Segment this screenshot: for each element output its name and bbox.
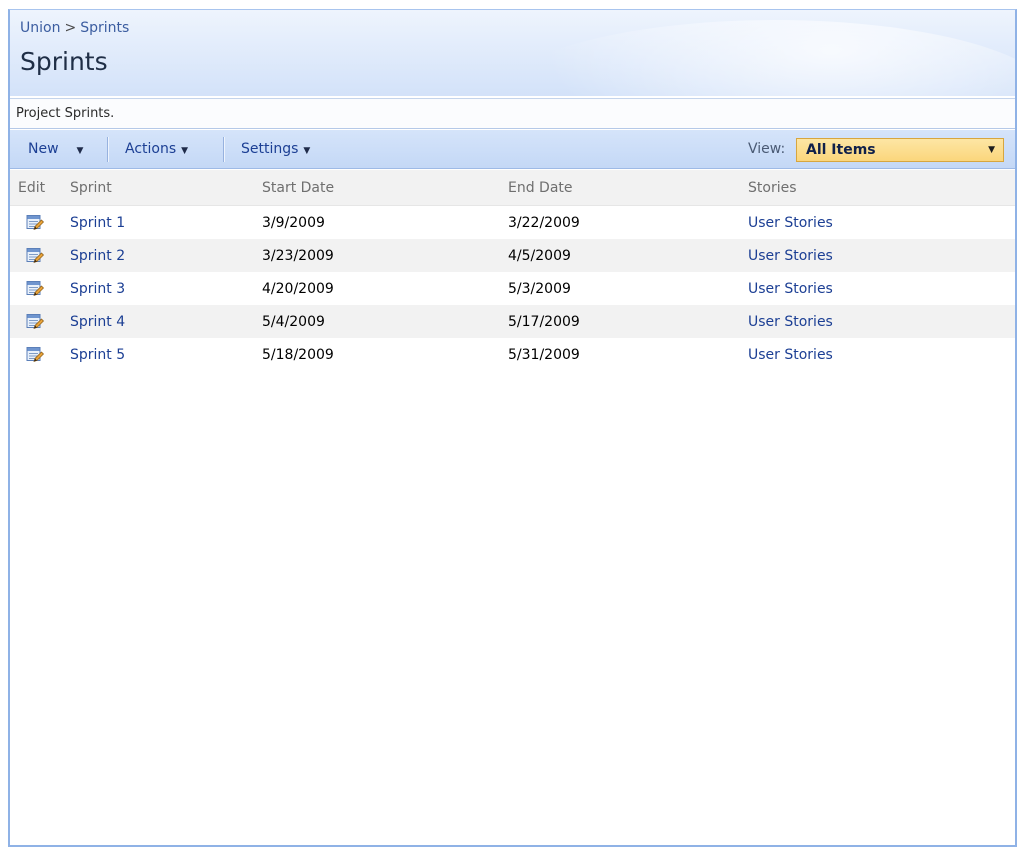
start-date-cell: 3/9/2009: [262, 214, 325, 231]
list-toolbar: New ▼ Actions ▼ Settings ▼ View: All Items …: [10, 130, 1015, 169]
column-header-stories[interactable]: Stories: [748, 170, 1015, 206]
breadcrumb: Union > Sprints: [20, 20, 129, 36]
table-row: Sprint 2 3/23/2009 4/5/2009 User Stories: [10, 239, 1015, 272]
sprint-cell: Sprint 5: [70, 338, 262, 371]
user-stories-link[interactable]: User Stories: [748, 281, 833, 297]
sprint-cell: Sprint 1: [70, 206, 262, 240]
header-decoration: [495, 20, 1015, 96]
sprints-table: Edit Sprint Start Date End Date Stories …: [10, 170, 1015, 371]
edit-icon[interactable]: [26, 280, 44, 297]
end-date-cell: 5/3/2009: [508, 280, 571, 297]
sprint-cell: Sprint 2: [70, 239, 262, 272]
column-header-start-date[interactable]: Start Date: [262, 170, 508, 206]
sprint-link[interactable]: Sprint 1: [70, 215, 125, 231]
column-header-edit: Edit: [10, 170, 70, 206]
user-stories-link[interactable]: User Stories: [748, 347, 833, 363]
edit-icon[interactable]: [26, 214, 44, 231]
end-date-cell: 5/17/2009: [508, 305, 748, 338]
end-date-cell: 4/5/2009: [508, 239, 748, 272]
breadcrumb-current-link[interactable]: Sprints: [80, 20, 129, 36]
start-date-cell: 3/23/2009: [262, 239, 508, 272]
edit-cell: [10, 206, 70, 240]
new-button[interactable]: New: [28, 141, 59, 157]
list-description: Project Sprints.: [10, 98, 1015, 129]
edit-cell: [10, 272, 70, 305]
settings-menu[interactable]: Settings ▼: [241, 130, 310, 168]
start-date-cell: 5/4/2009: [262, 305, 508, 338]
chevron-down-icon: ▼: [303, 146, 311, 156]
sprint-link[interactable]: Sprint 4: [70, 314, 125, 330]
user-stories-link[interactable]: User Stories: [748, 248, 833, 264]
table-header-row: Edit Sprint Start Date End Date Stories: [10, 170, 1015, 206]
actions-button[interactable]: Actions: [125, 141, 176, 157]
sprint-cell: Sprint 4: [70, 305, 262, 338]
sprint-link[interactable]: Sprint 5: [70, 347, 125, 363]
start-date-cell: 4/20/2009: [262, 280, 334, 297]
table-row: Sprint 4 5/4/2009 5/17/2009 User Stories: [10, 305, 1015, 338]
sprint-cell: Sprint 3: [70, 272, 262, 305]
edit-cell: [10, 239, 70, 272]
actions-menu[interactable]: Actions ▼: [125, 130, 188, 168]
chevron-down-icon[interactable]: ▼: [77, 146, 84, 156]
view-selected-value: All Items: [806, 142, 876, 158]
settings-button[interactable]: Settings: [241, 141, 298, 157]
stories-cell: User Stories: [748, 338, 1015, 371]
table-row: Sprint 3 4/20/2009 5/3/2009 User Stories: [10, 272, 1015, 305]
column-header-end-date[interactable]: End Date: [508, 170, 748, 206]
breadcrumb-site-link[interactable]: Union: [20, 20, 60, 36]
chevron-down-icon: ▼: [181, 146, 189, 156]
stories-cell: User Stories: [748, 272, 1015, 305]
chevron-down-icon: ▼: [988, 145, 995, 155]
edit-cell: [10, 338, 70, 371]
user-stories-link[interactable]: User Stories: [748, 314, 833, 330]
toolbar-divider: [107, 137, 109, 162]
user-stories-link[interactable]: User Stories: [748, 215, 833, 231]
table-row: Sprint 1 3/9/2009 3/22/2009 User Stories: [10, 206, 1015, 240]
list-view-frame: Union > Sprints Sprints Project Sprints. N…: [8, 9, 1017, 847]
table-row: Sprint 5 5/18/2009 5/31/2009 User Storie…: [10, 338, 1015, 371]
page-title: Sprints: [20, 47, 108, 76]
edit-icon[interactable]: [26, 313, 44, 330]
stories-cell: User Stories: [748, 239, 1015, 272]
end-date-cell: 5/31/2009: [508, 346, 580, 363]
view-label: View:: [748, 141, 786, 157]
start-date-cell: 5/18/2009: [262, 346, 334, 363]
sprint-link[interactable]: Sprint 2: [70, 248, 125, 264]
end-date-cell: 3/22/2009: [508, 214, 580, 231]
new-menu[interactable]: New ▼: [28, 130, 83, 168]
stories-cell: User Stories: [748, 305, 1015, 338]
edit-icon[interactable]: [26, 247, 44, 264]
sprint-link[interactable]: Sprint 3: [70, 281, 125, 297]
toolbar-divider: [223, 137, 225, 162]
breadcrumb-separator: >: [64, 20, 77, 36]
column-header-sprint[interactable]: Sprint: [70, 170, 262, 206]
edit-icon[interactable]: [26, 346, 44, 363]
page-header: Union > Sprints Sprints: [10, 10, 1015, 96]
stories-cell: User Stories: [748, 206, 1015, 240]
view-select[interactable]: All Items ▼: [796, 138, 1004, 162]
edit-cell: [10, 305, 70, 338]
